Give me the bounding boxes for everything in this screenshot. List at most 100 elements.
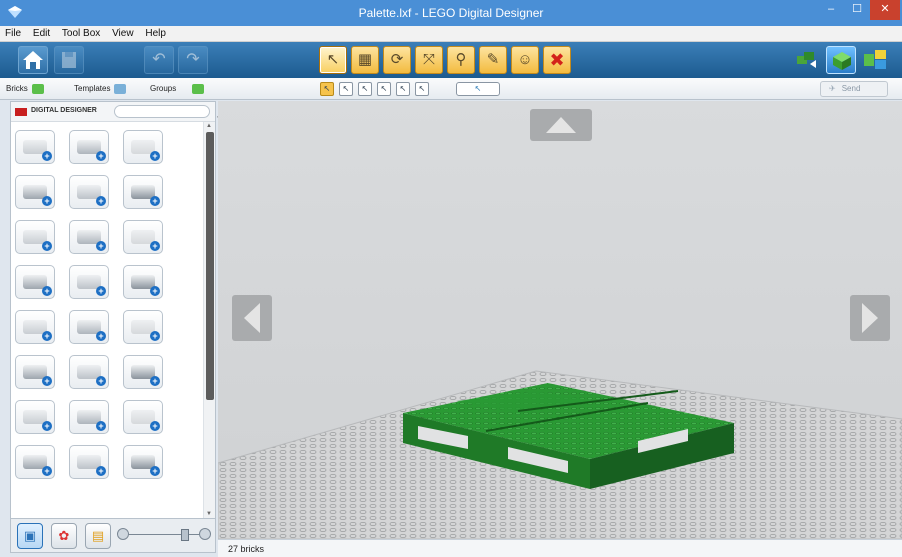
view-mode-button[interactable] bbox=[826, 46, 856, 74]
scroll-up-icon[interactable]: ▲ bbox=[206, 123, 212, 129]
zoom-in-icon[interactable] bbox=[199, 528, 211, 540]
pan-up-button[interactable] bbox=[530, 109, 592, 141]
send-button[interactable]: ✈ Send bbox=[820, 81, 888, 97]
menu-edit[interactable]: Edit bbox=[28, 26, 54, 39]
add-brick-icon: + bbox=[42, 241, 52, 251]
brick-tile[interactable]: + bbox=[15, 355, 55, 389]
multi-select-mode-button[interactable]: ↖ bbox=[339, 82, 353, 96]
save-button[interactable] bbox=[54, 46, 84, 74]
brick-tile[interactable]: + bbox=[15, 265, 55, 299]
brick-tile[interactable]: + bbox=[15, 175, 55, 209]
close-button[interactable]: ✕ bbox=[870, 0, 900, 20]
hide-tool-button[interactable]: ☺ bbox=[511, 46, 539, 74]
home-button[interactable] bbox=[18, 46, 48, 74]
color-select-mode-button[interactable]: ↖ bbox=[377, 82, 391, 96]
maximize-button[interactable]: ☐ bbox=[844, 0, 870, 20]
flex-tool-button[interactable]: ⚲ bbox=[447, 46, 475, 74]
brick-tile[interactable]: + bbox=[15, 310, 55, 344]
color-palette-button[interactable]: ✿ bbox=[51, 523, 77, 549]
menu-help[interactable]: Help bbox=[140, 26, 170, 39]
select-tool-button[interactable]: ↖ bbox=[319, 46, 347, 74]
add-brick-icon: + bbox=[150, 421, 160, 431]
brick-tile[interactable]: + bbox=[69, 265, 109, 299]
clone-tool-icon: ▦ bbox=[357, 51, 373, 68]
brick-tile[interactable]: + bbox=[69, 355, 109, 389]
sort-bricks-button[interactable] bbox=[860, 46, 890, 74]
brick-tile[interactable]: + bbox=[69, 220, 109, 254]
pan-left-button[interactable] bbox=[232, 295, 272, 341]
menu-view[interactable]: View bbox=[107, 26, 138, 39]
add-brick-icon: + bbox=[42, 421, 52, 431]
hinge-align-tool-button[interactable]: ⤧ bbox=[415, 46, 443, 74]
brick-search-input[interactable] bbox=[114, 105, 210, 118]
select-all-button[interactable]: ↖ bbox=[456, 82, 500, 96]
zoom-slider-handle[interactable] bbox=[181, 529, 189, 541]
brick-tile[interactable]: + bbox=[69, 310, 109, 344]
brick-tile[interactable]: + bbox=[15, 130, 55, 164]
tab-groups[interactable]: Groups bbox=[150, 81, 205, 97]
add-brick-icon: + bbox=[96, 421, 106, 431]
scrollbar-thumb[interactable] bbox=[206, 132, 214, 400]
menu-file[interactable]: File bbox=[0, 26, 25, 39]
brick-count: 27 bricks bbox=[228, 544, 265, 554]
add-brick-icon: + bbox=[42, 196, 52, 206]
clone-tool-button[interactable]: ▦ bbox=[351, 46, 379, 74]
brick-tile[interactable]: + bbox=[123, 355, 163, 389]
add-brick-icon: + bbox=[42, 151, 52, 161]
add-brick-icon: + bbox=[96, 466, 106, 476]
brick-tile[interactable]: + bbox=[123, 220, 163, 254]
tab-bricks-label: Bricks bbox=[6, 84, 28, 93]
brick-tile[interactable]: + bbox=[15, 220, 55, 254]
brick-tile[interactable]: + bbox=[123, 445, 163, 479]
color-palette-icon: ✿ bbox=[58, 528, 70, 543]
shape-select-mode-button[interactable]: ↖ bbox=[396, 82, 410, 96]
minimize-button[interactable]: – bbox=[818, 0, 844, 20]
add-brick-icon: + bbox=[42, 331, 52, 341]
palette-scrollbar[interactable]: ▲ ▼ bbox=[203, 122, 215, 518]
zoom-out-icon[interactable] bbox=[117, 528, 129, 540]
undo-button[interactable]: ↶ bbox=[144, 46, 174, 74]
tab-templates[interactable]: Templates bbox=[74, 81, 127, 97]
menu-toolbox[interactable]: Tool Box bbox=[57, 26, 104, 39]
hinge-tool-button[interactable]: ⟳ bbox=[383, 46, 411, 74]
invert-select-mode-button[interactable]: ↖ bbox=[415, 82, 429, 96]
brick-tile[interactable]: + bbox=[123, 400, 163, 434]
add-brick-icon: + bbox=[150, 196, 160, 206]
brick-tile[interactable]: + bbox=[123, 130, 163, 164]
arrow-up-icon bbox=[546, 117, 576, 133]
send-icon: ✈ bbox=[829, 84, 836, 93]
add-brick-icon: + bbox=[42, 286, 52, 296]
save-icon bbox=[62, 52, 76, 68]
scroll-down-icon[interactable]: ▼ bbox=[206, 511, 212, 517]
tab-templates-label: Templates bbox=[74, 84, 111, 93]
brick-tile[interactable]: + bbox=[123, 310, 163, 344]
title-bar: Palette.lxf - LEGO Digital Designer – ☐ … bbox=[0, 0, 902, 26]
paint-tool-button[interactable]: ✎ bbox=[479, 46, 507, 74]
pan-right-button[interactable] bbox=[850, 295, 890, 341]
redo-icon: ↷ bbox=[186, 51, 200, 68]
tab-bricks[interactable]: Bricks bbox=[6, 81, 44, 97]
build-guide-button[interactable] bbox=[792, 46, 822, 74]
brick-tile[interactable]: + bbox=[69, 175, 109, 209]
window-title: Palette.lxf - LEGO Digital Designer bbox=[358, 6, 544, 20]
connected-select-mode-button[interactable]: ↖ bbox=[358, 82, 372, 96]
brick-tile[interactable]: + bbox=[69, 400, 109, 434]
brick-tile[interactable]: + bbox=[15, 400, 55, 434]
model-button[interactable]: ▤ bbox=[85, 523, 111, 549]
redo-button[interactable]: ↷ bbox=[178, 46, 208, 74]
3d-viewport[interactable] bbox=[218, 101, 902, 539]
template-icon bbox=[114, 83, 127, 94]
brick-tile[interactable]: + bbox=[123, 265, 163, 299]
brick-tile[interactable]: + bbox=[15, 445, 55, 479]
brick-tile[interactable]: + bbox=[123, 175, 163, 209]
brick-tile[interactable]: + bbox=[69, 445, 109, 479]
brick-grid: + + + + + + + + + + + + + + + + + + + + + + + + bbox=[15, 130, 205, 518]
cursor-connected-icon: ↖ bbox=[361, 84, 369, 93]
brick-tile[interactable]: + bbox=[69, 130, 109, 164]
brick-palette-button[interactable]: ▣ bbox=[17, 523, 43, 549]
zoom-slider[interactable] bbox=[117, 528, 211, 541]
single-select-mode-button[interactable]: ↖ bbox=[320, 82, 334, 96]
add-brick-icon: + bbox=[150, 331, 160, 341]
hinge-align-tool-icon: ⤧ bbox=[422, 51, 435, 68]
delete-tool-button[interactable]: ✖ bbox=[543, 46, 571, 74]
